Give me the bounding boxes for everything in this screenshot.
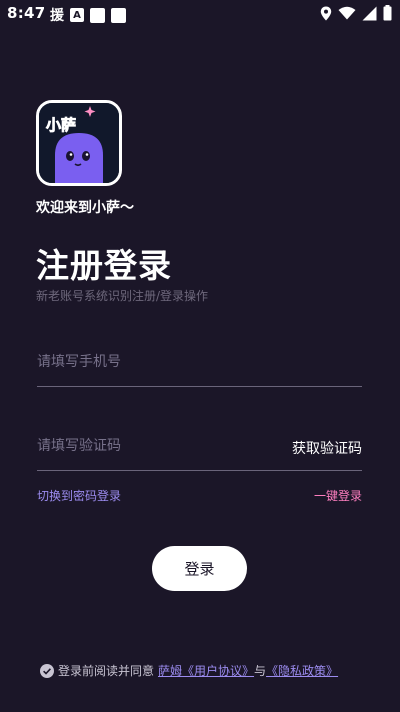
notification-square-icon: [111, 7, 126, 23]
signal-icon: [362, 6, 377, 20]
verification-code-field: 获取验证码: [37, 426, 362, 471]
app-logo: 小萨: [36, 100, 122, 186]
one-click-login-link[interactable]: 一键登录: [314, 487, 362, 504]
page-subtitle: 新老账号系统识别注册/登录操作: [36, 289, 209, 303]
notification-glyph: 援: [50, 8, 64, 24]
page-title: 注册登录: [36, 246, 172, 285]
check-icon[interactable]: [40, 663, 54, 678]
mascot-logo-image: 小萨: [39, 103, 119, 183]
agreement-row: 登录前阅读并同意 萨姆《用户协议》 与 《隐私政策》: [40, 662, 338, 679]
phone-field: [37, 342, 362, 387]
status-time: 8:47: [7, 4, 46, 22]
status-system-icons: [320, 5, 392, 21]
agreement-prefix: 登录前阅读并同意: [58, 664, 155, 678]
privacy-policy-link[interactable]: 《隐私政策》: [266, 662, 338, 679]
notification-a-icon: A: [70, 8, 84, 22]
agreement-and: 与: [254, 664, 267, 678]
location-icon: [320, 6, 332, 20]
verification-code-input[interactable]: [37, 426, 277, 466]
notification-square-icon: [90, 7, 105, 23]
switch-to-password-login-link[interactable]: 切换到密码登录: [37, 487, 121, 504]
welcome-text: 欢迎来到小萨～: [36, 200, 134, 216]
status-notification-icons: 援 A: [50, 5, 126, 25]
get-verification-code-button[interactable]: 获取验证码: [292, 438, 362, 458]
wifi-icon: [338, 6, 356, 20]
battery-icon: [383, 5, 392, 21]
phone-input[interactable]: [37, 342, 277, 382]
login-button[interactable]: 登录: [152, 546, 247, 591]
status-bar: 8:47 援 A: [0, 0, 400, 28]
user-agreement-link[interactable]: 萨姆《用户协议》: [158, 662, 254, 679]
svg-text:小萨: 小萨: [46, 116, 76, 134]
